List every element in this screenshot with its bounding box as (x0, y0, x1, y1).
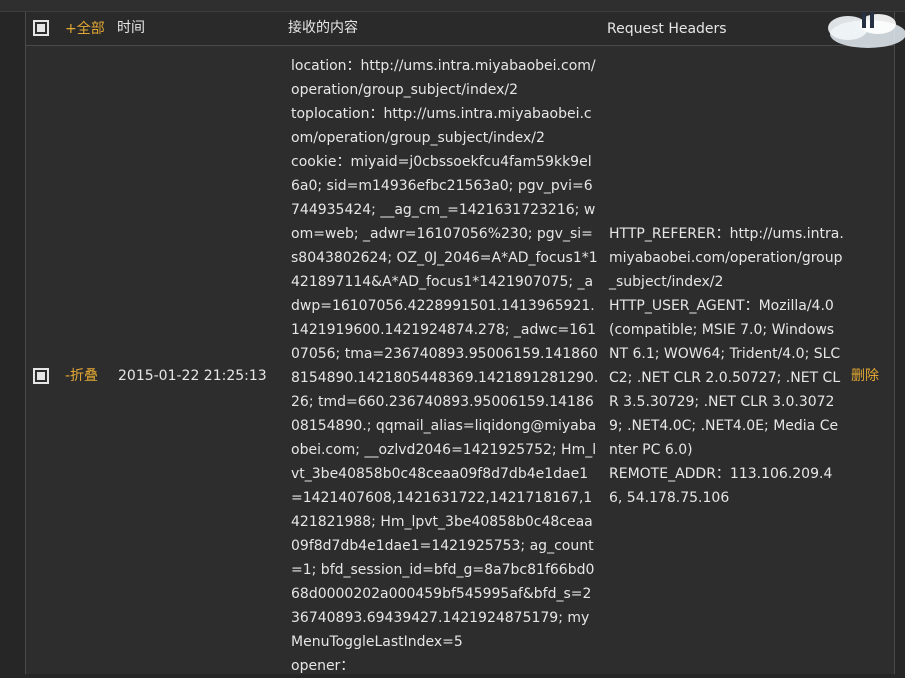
delete-row-link[interactable]: 删除 (851, 366, 879, 386)
row-time: 2015-01-22 21:25:13 (118, 368, 267, 384)
expand-all-link[interactable]: +全部 (65, 19, 105, 39)
row-content: location：http://ums.intra.miyabaobei.com… (291, 58, 599, 674)
time-column-header: 时间 (117, 20, 145, 36)
select-all-checkbox[interactable] (33, 20, 49, 36)
collapse-row-link[interactable]: -折叠 (65, 366, 98, 386)
headers-column-header: Request Headers (607, 21, 727, 37)
table-row: -折叠 2015-01-22 21:25:13 location：http://… (26, 46, 894, 674)
records-table: +全部 时间 接收的内容 Request Headers 操作 -折叠 2015… (25, 12, 905, 674)
top-bar (0, 0, 905, 12)
row-checkbox[interactable] (33, 368, 49, 384)
content-column-header: 接收的内容 (288, 20, 358, 36)
table-header: +全部 时间 接收的内容 Request Headers 操作 (26, 12, 905, 48)
row-request-headers: HTTP_REFERER：http://ums.intra.miyabaobei… (609, 226, 844, 506)
